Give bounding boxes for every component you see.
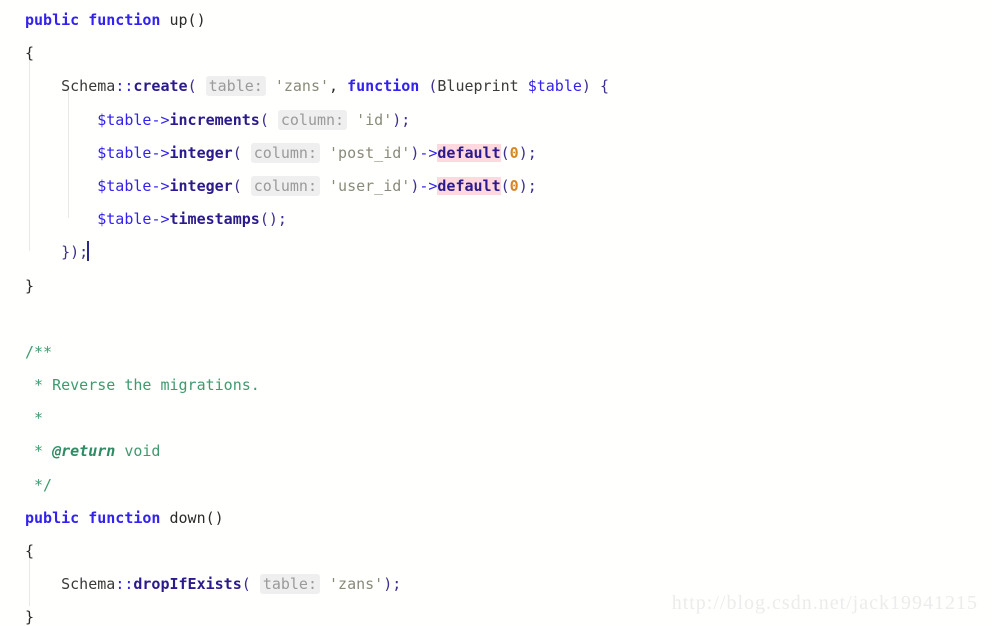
token-arrow-operator: -> [419, 176, 438, 195]
token-keyword-closure: function [347, 77, 420, 96]
token-method-create: create [133, 77, 188, 96]
token-class-schema: Schema [61, 77, 116, 96]
token-type-blueprint: Blueprint [437, 77, 519, 96]
code-line-5: $table->integer( column: 'post_id')->def… [0, 137, 992, 170]
token-variable-table: $table [97, 110, 152, 129]
code-line-4: $table->increments( column: 'id'); [0, 104, 992, 137]
watermark-url: http://blog.csdn.net/jack19941215 [671, 591, 978, 614]
token-keyword-function: function [88, 508, 161, 527]
token-paren-open: ( [500, 143, 510, 162]
token-paren-open: ( [187, 77, 197, 96]
token-paren-close-semicolon: ); [518, 143, 537, 162]
token-closure-open: ) { [581, 77, 609, 96]
token-variable-table: $table [97, 143, 152, 162]
token-close-brace: } [25, 608, 35, 626]
param-hint-table: table: [259, 574, 320, 595]
token-variable-table: $table [97, 210, 152, 229]
token-method-integer: integer [169, 143, 233, 162]
code-editor[interactable]: public function up() { Schema::create( t… [0, 0, 992, 626]
token-string-user-id: 'user_id' [329, 176, 411, 195]
code-line-14: * @return void [0, 435, 992, 468]
code-line-12: * Reverse the migrations. [0, 369, 992, 402]
token-open-brace: { [25, 542, 35, 560]
token-paren-close-semicolon: ); [518, 176, 537, 195]
token-comma: , [329, 77, 348, 96]
token-number-zero: 0 [509, 143, 519, 162]
code-line-16: public function down() [0, 502, 992, 535]
param-hint-column: column: [250, 142, 320, 163]
token-close-brace: } [25, 276, 35, 295]
code-line-7: $table->timestamps(); [0, 203, 992, 236]
code-line-8: }); [0, 236, 992, 269]
token-arrow-operator: -> [151, 210, 170, 229]
token-close-closure: }); [61, 243, 89, 262]
token-method-dropifexists: dropIfExists [133, 575, 242, 594]
token-variable-table: $table [97, 176, 152, 195]
token-keyword-public: public [25, 508, 80, 527]
token-arrow-operator: -> [419, 143, 438, 162]
param-hint-column: column: [277, 109, 348, 130]
code-line-15: */ [0, 469, 992, 502]
code-line-10-blank [0, 303, 992, 336]
token-paren-close-semicolon: ); [383, 575, 402, 594]
token-comment-description: * Reverse the migrations. [25, 376, 260, 395]
token-string-zans: 'zans' [274, 77, 330, 96]
token-paren-open: ( [232, 176, 242, 195]
token-class-schema: Schema [61, 575, 116, 594]
token-string-zans: 'zans' [329, 575, 384, 594]
token-number-zero: 0 [509, 176, 519, 195]
token-doc-tag-return: @return [52, 442, 116, 461]
token-comment-blank: * [25, 409, 44, 428]
token-arrow-operator: -> [151, 143, 170, 162]
token-string-id: 'id' [356, 110, 393, 129]
token-doc-type-void: void [115, 442, 161, 461]
token-variable-table: $table [527, 77, 582, 96]
token-parens-semicolon: (); [259, 210, 287, 229]
token-paren-open: ( [500, 176, 510, 195]
code-line-2: { [0, 37, 992, 70]
code-line-1: public function up() [0, 4, 992, 37]
code-content: public function up() { Schema::create( t… [0, 0, 992, 626]
param-hint-table: table: [205, 76, 266, 97]
token-comment-close: */ [25, 475, 53, 494]
text-caret [87, 241, 90, 262]
token-paren-close: ) [410, 143, 420, 162]
token-arrow-operator: -> [151, 110, 170, 129]
token-function-name-down: down() [160, 508, 224, 527]
token-comment-open: /** [25, 342, 53, 361]
token-comment-star: * [25, 442, 53, 461]
token-paren-close-semicolon: ); [392, 110, 411, 129]
token-arrow-operator: -> [151, 176, 170, 195]
code-line-11: /** [0, 336, 992, 369]
token-paren-open: ( [241, 575, 251, 594]
code-line-3: Schema::create( table: 'zans', function … [0, 70, 992, 103]
param-hint-column: column: [250, 175, 320, 196]
token-open-brace: { [25, 44, 35, 63]
code-line-9: } [0, 270, 992, 303]
token-scope-operator: :: [115, 77, 134, 96]
code-line-13: * [0, 402, 992, 435]
token-method-default-error: default [437, 143, 501, 162]
token-keyword-function: function [88, 11, 161, 29]
token-method-increments: increments [169, 110, 260, 129]
token-paren-open: ( [259, 110, 269, 129]
token-method-timestamps: timestamps [169, 210, 260, 229]
token-method-integer: integer [169, 176, 233, 195]
token-closure-paren-open: ( [419, 77, 438, 96]
code-line-17: { [0, 535, 992, 568]
token-keyword-public: public [25, 11, 80, 29]
token-method-default-error: default [437, 176, 501, 195]
token-paren-close: ) [410, 176, 420, 195]
code-line-6: $table->integer( column: 'user_id')->def… [0, 170, 992, 203]
token-function-name-up: up() [160, 11, 206, 29]
token-paren-open: ( [232, 143, 242, 162]
token-scope-operator: :: [115, 575, 134, 594]
token-string-post-id: 'post_id' [329, 143, 411, 162]
